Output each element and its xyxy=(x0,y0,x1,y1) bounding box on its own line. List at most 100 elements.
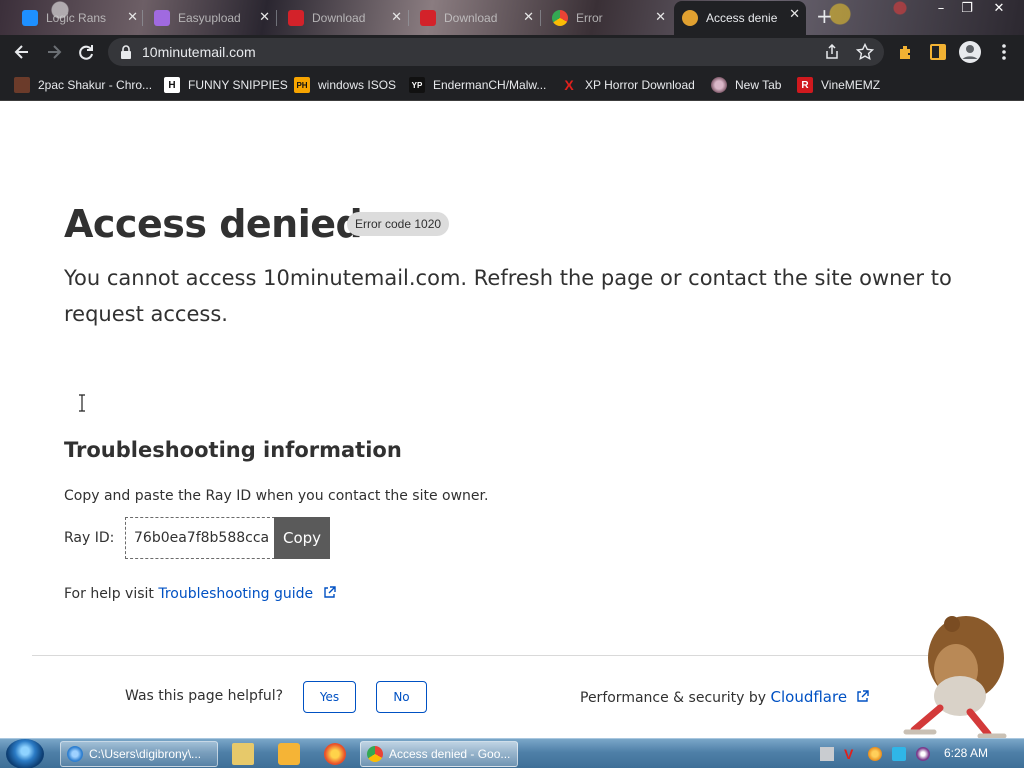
footer-divider xyxy=(32,655,992,656)
lock-icon[interactable] xyxy=(120,45,132,59)
easyupload-icon xyxy=(154,10,170,26)
close-icon[interactable]: ✕ xyxy=(523,10,534,24)
bookmark-xp-horror[interactable]: X XP Horror Download xyxy=(561,76,695,94)
hamster-mascot-icon xyxy=(903,616,1007,738)
side-panel-icon[interactable] xyxy=(928,42,948,62)
bookmark-new-tab[interactable]: New Tab xyxy=(711,76,781,94)
x-logo-icon: X xyxy=(564,77,574,93)
taskbar-item-explorer[interactable]: C:\Users\digibrony\... xyxy=(60,741,218,767)
bookmark-2pac[interactable]: 2pac Shakur - Chro... xyxy=(14,76,152,94)
reload-icon[interactable] xyxy=(76,42,96,62)
error-code-badge: Error code 1020 xyxy=(347,212,450,236)
back-icon[interactable] xyxy=(12,42,32,62)
close-icon[interactable]: ✕ xyxy=(789,7,800,21)
perf-prefix: Performance & security by xyxy=(580,690,767,706)
close-icon[interactable]: ✕ xyxy=(391,10,402,24)
yes-button[interactable]: Yes xyxy=(303,681,356,713)
ray-id-value[interactable]: 76b0ea7f8b588cca xyxy=(125,517,275,559)
bookmark-vinememz[interactable]: R VineMEMZ xyxy=(797,76,880,94)
chrome-icon xyxy=(552,10,568,26)
troubleshooting-heading: Troubleshooting information xyxy=(64,438,402,462)
tab-label: Download xyxy=(444,11,498,25)
bookmark-endermanch[interactable]: YP EndermanCH/Malw... xyxy=(409,76,546,94)
forward-icon[interactable] xyxy=(44,42,64,62)
share-icon[interactable] xyxy=(824,44,840,60)
error-description: You cannot access 10minutemail.com. Refr… xyxy=(64,266,952,326)
media-player-icon xyxy=(22,10,38,26)
bookmark-label: FUNNY SNIPPIES xyxy=(188,78,288,92)
tray-v-icon[interactable]: V xyxy=(844,747,858,761)
loading-favicon-icon xyxy=(682,10,698,26)
tab-label: Logic Rans xyxy=(46,11,107,25)
bookmark-funny-snippies[interactable]: H FUNNY SNIPPIES xyxy=(164,76,288,94)
start-button[interactable] xyxy=(6,739,44,768)
tray-app-icon[interactable] xyxy=(820,747,834,761)
chrome-icon xyxy=(367,746,383,762)
bookmark-label: XP Horror Download xyxy=(585,78,695,92)
bookmark-star-icon[interactable] xyxy=(856,43,874,61)
bookmark-label: EndermanCH/Malw... xyxy=(433,78,547,92)
page-content: Access denied Error code 1020 You cannot… xyxy=(0,102,1024,738)
tab-download-1[interactable]: Download ✕ xyxy=(280,4,408,32)
profile-avatar-icon[interactable] xyxy=(958,40,982,64)
tab-separator xyxy=(142,10,143,26)
tab-label: Access denie xyxy=(706,11,778,25)
bookmark-windows-isos[interactable]: PH windows ISOS xyxy=(294,76,396,94)
tray-volume-icon[interactable] xyxy=(916,747,930,761)
tab-access-denied[interactable]: Access denie ✕ xyxy=(674,1,806,35)
ph-logo-icon: PH xyxy=(294,77,310,93)
tab-separator xyxy=(408,10,409,26)
address-bar[interactable]: 10minutemail.com xyxy=(108,38,884,66)
extensions-icon[interactable] xyxy=(896,42,916,62)
close-icon[interactable]: ✕ xyxy=(127,10,138,24)
troubleshooting-guide-label: Troubleshooting guide xyxy=(158,586,314,602)
close-window-icon[interactable]: ✕ xyxy=(984,0,1014,18)
external-link-icon xyxy=(857,690,869,702)
new-tab-button[interactable]: + xyxy=(816,4,833,28)
globe-icon xyxy=(711,77,727,93)
2pac-icon xyxy=(14,77,30,93)
copy-button[interactable]: Copy xyxy=(274,517,330,559)
cloudflare-link[interactable]: Cloudflare xyxy=(771,688,869,706)
helpful-question: Was this page helpful? xyxy=(125,688,284,704)
no-button[interactable]: No xyxy=(376,681,427,713)
media-player-icon[interactable] xyxy=(278,743,300,765)
tab-download-2[interactable]: Download ✕ xyxy=(412,4,540,32)
taskbar-clock[interactable]: 6:28 AM xyxy=(944,746,988,760)
mega-icon xyxy=(288,10,304,26)
troubleshooting-guide-link[interactable]: Troubleshooting guide xyxy=(158,586,336,602)
tab-error[interactable]: Error ✕ xyxy=(544,4,672,32)
ie-icon xyxy=(67,746,83,762)
cloudflare-label: Cloudflare xyxy=(770,688,848,706)
tab-label: Easyupload xyxy=(178,11,241,25)
yp-logo-icon: YP xyxy=(409,77,425,93)
tab-strip: Logic Rans ✕ Easyupload ✕ Download ✕ Dow… xyxy=(0,0,1024,35)
performance-credit: Performance & security by Cloudflare xyxy=(580,688,869,706)
help-line: For help visit Troubleshooting guide xyxy=(64,586,336,602)
url-text[interactable]: 10minutemail.com xyxy=(142,44,256,60)
windows-taskbar: C:\Users\digibrony\... Access denied - G… xyxy=(0,738,1024,768)
bookmark-label: New Tab xyxy=(735,78,782,92)
troubleshooting-text: Copy and paste the Ray ID when you conta… xyxy=(64,488,489,504)
tab-logic-rans[interactable]: Logic Rans ✕ xyxy=(14,4,144,32)
tray-network-icon[interactable] xyxy=(892,747,906,761)
bookmark-label: 2pac Shakur - Chro... xyxy=(38,78,153,92)
folder-icon[interactable] xyxy=(232,743,254,765)
taskbar-item-label: Access denied - Goo... xyxy=(389,747,511,761)
tab-separator xyxy=(540,10,541,26)
mega-icon xyxy=(420,10,436,26)
tray-search-icon[interactable] xyxy=(868,747,882,761)
taskbar-item-chrome[interactable]: Access denied - Goo... xyxy=(360,741,518,767)
close-icon[interactable]: ✕ xyxy=(259,10,270,24)
menu-kebab-icon[interactable] xyxy=(994,42,1014,62)
tab-easyupload[interactable]: Easyupload ✕ xyxy=(146,4,276,32)
help-prefix: For help visit xyxy=(64,586,154,602)
browser-toolbar: 10minutemail.com xyxy=(0,35,1024,69)
close-icon[interactable]: ✕ xyxy=(655,10,666,24)
paint-icon[interactable] xyxy=(324,743,346,765)
h-logo-icon: H xyxy=(164,77,180,93)
taskbar-item-label: C:\Users\digibrony\... xyxy=(89,747,202,761)
external-link-icon xyxy=(323,586,336,598)
bookmarks-bar: 2pac Shakur - Chro... H FUNNY SNIPPIES P… xyxy=(0,69,1024,101)
restore-icon[interactable]: ❐ xyxy=(952,0,982,18)
